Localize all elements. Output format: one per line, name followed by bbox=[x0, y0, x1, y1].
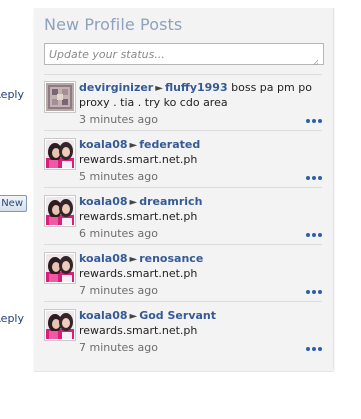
avatar[interactable] bbox=[44, 252, 76, 284]
post-author-link[interactable]: koala08 bbox=[79, 309, 128, 322]
avatar[interactable] bbox=[44, 309, 76, 341]
post-message: rewards.smart.net.ph bbox=[79, 153, 198, 166]
status-update-input[interactable] bbox=[44, 43, 324, 65]
post-message: rewards.smart.net.ph bbox=[79, 324, 198, 337]
photo-avatar-icon bbox=[46, 311, 74, 339]
post-timestamp[interactable]: 6 minutes ago bbox=[79, 227, 158, 240]
reply-link[interactable]: Reply bbox=[0, 88, 24, 101]
post-timestamp[interactable]: 7 minutes ago bbox=[79, 284, 158, 297]
avatar[interactable] bbox=[44, 195, 76, 227]
divider bbox=[44, 244, 322, 245]
profile-post: koala08 ► renosance rewards.smart.net.ph 7… bbox=[44, 252, 324, 302]
post-target-link[interactable]: fluffy1993 bbox=[165, 81, 228, 94]
avatar[interactable] bbox=[44, 81, 76, 113]
post-target-link[interactable]: dreamrich bbox=[139, 195, 202, 208]
post-timestamp[interactable]: 7 minutes ago bbox=[79, 341, 158, 354]
divider bbox=[44, 74, 322, 75]
adjacent-column-edge: Reply New Reply bbox=[0, 0, 34, 419]
arrow-right-icon: ► bbox=[129, 140, 138, 151]
post-target-link[interactable]: federated bbox=[139, 138, 200, 151]
post-body: koala08 ► God Servant rewards.smart.net.ph bbox=[79, 309, 324, 338]
arrow-right-icon: ► bbox=[129, 197, 138, 208]
photo-avatar-icon bbox=[46, 197, 74, 225]
post-target-link[interactable]: God Servant bbox=[139, 309, 216, 322]
profile-post: koala08 ► God Servant rewards.smart.net.ph… bbox=[44, 309, 324, 359]
post-body: koala08 ► renosance rewards.smart.net.ph bbox=[79, 252, 324, 281]
new-profile-posts-panel: New Profile Posts devirginizer► bbox=[34, 8, 334, 370]
pattern-avatar-icon bbox=[46, 83, 74, 111]
divider bbox=[44, 187, 322, 188]
more-options-icon[interactable] bbox=[306, 231, 324, 239]
post-message: rewards.smart.net.ph bbox=[79, 210, 198, 223]
more-options-icon[interactable] bbox=[306, 117, 324, 125]
photo-avatar-icon bbox=[46, 254, 74, 282]
divider bbox=[44, 301, 322, 302]
post-target-link[interactable]: renosance bbox=[139, 252, 203, 265]
resize-grip-icon[interactable] bbox=[312, 59, 318, 65]
new-button[interactable]: New bbox=[0, 195, 27, 212]
post-author-link[interactable]: devirginizer bbox=[79, 81, 153, 94]
profile-post: devirginizer ► fluffy1993 boss pa pm po pr… bbox=[44, 81, 324, 131]
post-author-link[interactable]: koala08 bbox=[79, 252, 128, 265]
panel-bottom-rule bbox=[34, 371, 334, 372]
more-options-icon[interactable] bbox=[306, 288, 324, 296]
profile-post: koala08 ► dreamrich rewards.smart.net.ph 6… bbox=[44, 195, 324, 245]
arrow-right-icon: ► bbox=[129, 254, 138, 265]
post-body: koala08 ► dreamrich rewards.smart.net.ph bbox=[79, 195, 324, 224]
post-body: devirginizer ► fluffy1993 boss pa pm po pr… bbox=[79, 81, 324, 110]
reply-link[interactable]: Reply bbox=[0, 312, 24, 325]
post-message: rewards.smart.net.ph bbox=[79, 267, 198, 280]
more-options-icon[interactable] bbox=[306, 345, 324, 353]
post-author-link[interactable]: koala08 bbox=[79, 138, 128, 151]
divider bbox=[44, 130, 322, 131]
avatar[interactable] bbox=[44, 138, 76, 170]
panel-title: New Profile Posts bbox=[44, 15, 183, 34]
arrow-right-icon: ► bbox=[155, 83, 163, 94]
photo-avatar-icon bbox=[46, 140, 74, 168]
post-author-link[interactable]: koala08 bbox=[79, 195, 128, 208]
arrow-right-icon: ► bbox=[129, 311, 138, 322]
more-options-icon[interactable] bbox=[306, 174, 324, 182]
post-body: koala08 ► federated rewards.smart.net.ph bbox=[79, 138, 324, 167]
profile-post: koala08 ► federated rewards.smart.net.ph 5… bbox=[44, 138, 324, 188]
post-timestamp[interactable]: 3 minutes ago bbox=[79, 113, 158, 126]
post-timestamp[interactable]: 5 minutes ago bbox=[79, 170, 158, 183]
